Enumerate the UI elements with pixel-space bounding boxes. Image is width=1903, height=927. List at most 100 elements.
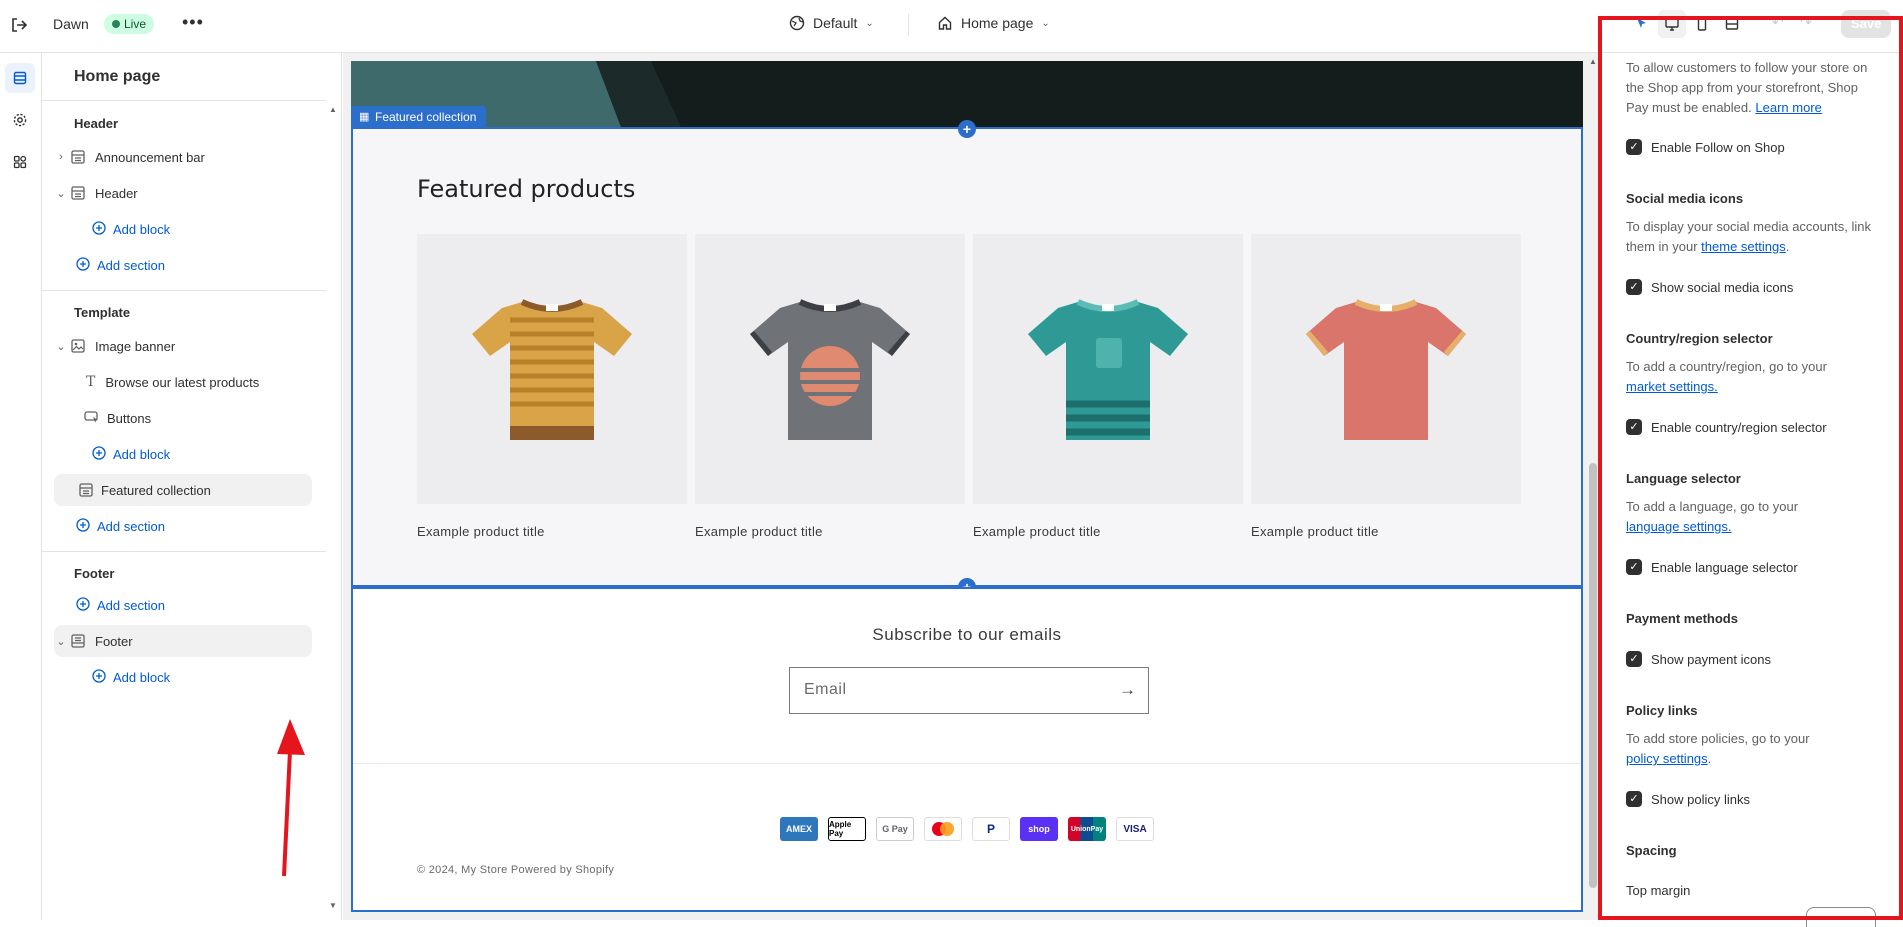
chevron-down-icon[interactable]: ⌄ [54,187,68,200]
exit-icon[interactable] [8,14,30,36]
chevron-down-icon: ⌄ [865,17,874,29]
image-icon [68,336,88,356]
page-select[interactable]: Home page ⌄ [937,15,1050,31]
theme-settings-link[interactable]: theme settings [1701,239,1786,254]
follow-on-shop-checkbox[interactable]: ✓ Enable Follow on Shop [1626,139,1876,155]
sidebar-item-label: Image banner [95,338,176,354]
sidebar-item-browse-latest[interactable]: T Browse our latest products [54,366,312,398]
product-card[interactable]: Example product title [695,234,965,539]
apps-icon[interactable] [5,147,35,177]
divider [42,100,326,101]
checkbox-checked-icon[interactable]: ✓ [1626,559,1642,575]
sidebar-item-label: Header [95,185,138,201]
gear-icon[interactable] [5,105,35,135]
scrollbar-thumb[interactable] [1589,463,1597,888]
chevron-right-icon[interactable]: › [54,151,68,163]
product-image [417,234,687,504]
add-section-button[interactable]: Add section [54,589,312,621]
language-selector-checkbox[interactable]: ✓ Enable language selector [1626,559,1876,575]
add-block-button[interactable]: Add block [54,213,312,245]
learn-more-link[interactable]: Learn more [1755,100,1821,115]
divider [42,290,326,291]
chevron-down-icon[interactable]: ⌄ [54,635,68,648]
policy-settings-link[interactable]: policy settings [1626,751,1708,766]
footer-preview[interactable]: Subscribe to our emails Email → AMEX App… [351,587,1583,912]
undo-icon[interactable]: ↶ [1772,14,1784,31]
annotation-arrow [274,713,314,881]
featured-collection-preview[interactable]: + Featured products Example product titl… [351,120,1583,596]
product-image [1251,234,1521,504]
product-card[interactable]: Example product title [417,234,687,539]
section-icon [68,147,88,167]
view-toolbar [1628,10,1746,38]
checkbox-label: Enable language selector [1651,559,1798,575]
page-select-label: Home page [961,15,1034,31]
mobile-view-icon[interactable] [1688,10,1716,38]
checkbox-label: Enable country/region selector [1651,419,1827,435]
market-settings-link[interactable]: market settings. [1626,379,1718,394]
sidebar-item-header[interactable]: ⌄ Header [54,177,312,209]
checkbox-checked-icon[interactable]: ✓ [1626,419,1642,435]
add-block-button[interactable]: Add block [54,661,312,693]
add-section-button[interactable]: Add section [54,249,312,281]
top-margin-input[interactable] [1806,907,1876,927]
product-title[interactable]: Example product title [695,524,965,539]
newsletter-email-field[interactable]: Email → [789,667,1149,714]
theme-preset-select[interactable]: Default ⌄ [789,15,874,31]
checkbox-label: Show policy links [1651,791,1750,807]
email-placeholder: Email [804,681,847,698]
social-icons-checkbox[interactable]: ✓ Show social media icons [1626,279,1876,295]
scroll-down-icon[interactable]: ▼ [329,901,337,910]
save-button[interactable]: Save [1841,10,1892,38]
theme-preset-label: Default [813,15,858,31]
sidebar-item-footer[interactable]: ⌄ Footer [54,625,312,657]
plus-circle-icon [76,256,90,274]
add-section-button[interactable]: Add section [54,510,312,542]
checkbox-checked-icon[interactable]: ✓ [1626,279,1642,295]
sidebar-item-buttons[interactable]: Buttons [54,402,312,434]
checkbox-label: Enable Follow on Shop [1651,139,1785,155]
product-card[interactable]: Example product title [973,234,1243,539]
language-settings-link[interactable]: language settings. [1626,519,1732,534]
arrow-right-icon[interactable]: → [1119,680,1136,700]
inspector-icon[interactable] [1628,10,1656,38]
checkbox-label: Show social media icons [1651,279,1794,295]
payment-icons-checkbox[interactable]: ✓ Show payment icons [1626,651,1876,667]
more-actions-button[interactable]: ••• [182,12,204,33]
divider [908,14,909,36]
product-title[interactable]: Example product title [417,524,687,539]
policy-links-checkbox[interactable]: ✓ Show policy links [1626,791,1876,807]
scroll-up-icon[interactable]: ▲ [1589,57,1597,66]
product-title[interactable]: Example product title [973,524,1243,539]
checkbox-checked-icon[interactable]: ✓ [1626,791,1642,807]
theme-name: Dawn [53,16,89,32]
mastercard-icon [924,817,962,841]
country-heading: Country/region selector [1626,331,1773,346]
chevron-down-icon[interactable]: ⌄ [54,340,68,353]
product-title[interactable]: Example product title [1251,524,1521,539]
button-icon [84,410,100,427]
redo-icon[interactable]: ↷ [1800,14,1812,31]
sidebar-item-featured-collection[interactable]: Featured collection [54,474,312,506]
product-image [695,234,965,504]
sections-icon[interactable] [5,63,35,93]
follow-shop-description: To allow customers to follow your store … [1626,58,1876,118]
spacing-heading: Spacing [1626,843,1677,858]
checkbox-checked-icon[interactable]: ✓ [1626,139,1642,155]
scroll-up-icon[interactable]: ▲ [329,105,337,114]
sidebar-item-image-banner[interactable]: ⌄ Image banner [54,330,312,362]
product-card[interactable]: Example product title [1251,234,1521,539]
sidebar-item-label: Browse our latest products [105,374,260,390]
preview-scrollbar[interactable]: ▲ [1586,53,1600,920]
add-section-plus-icon[interactable]: + [958,120,976,138]
sidebar-item-announcement-bar[interactable]: › Announcement bar [54,141,312,173]
top-margin-label: Top margin [1626,883,1691,898]
desktop-view-icon[interactable] [1658,10,1686,38]
country-selector-checkbox[interactable]: ✓ Enable country/region selector [1626,419,1876,435]
fullscreen-view-icon[interactable] [1718,10,1746,38]
image-banner-preview[interactable]: Featured collection [351,61,1583,127]
featured-heading: Featured products [417,175,636,203]
checkbox-label: Show payment icons [1651,651,1771,667]
add-block-button[interactable]: Add block [54,438,312,470]
checkbox-checked-icon[interactable]: ✓ [1626,651,1642,667]
